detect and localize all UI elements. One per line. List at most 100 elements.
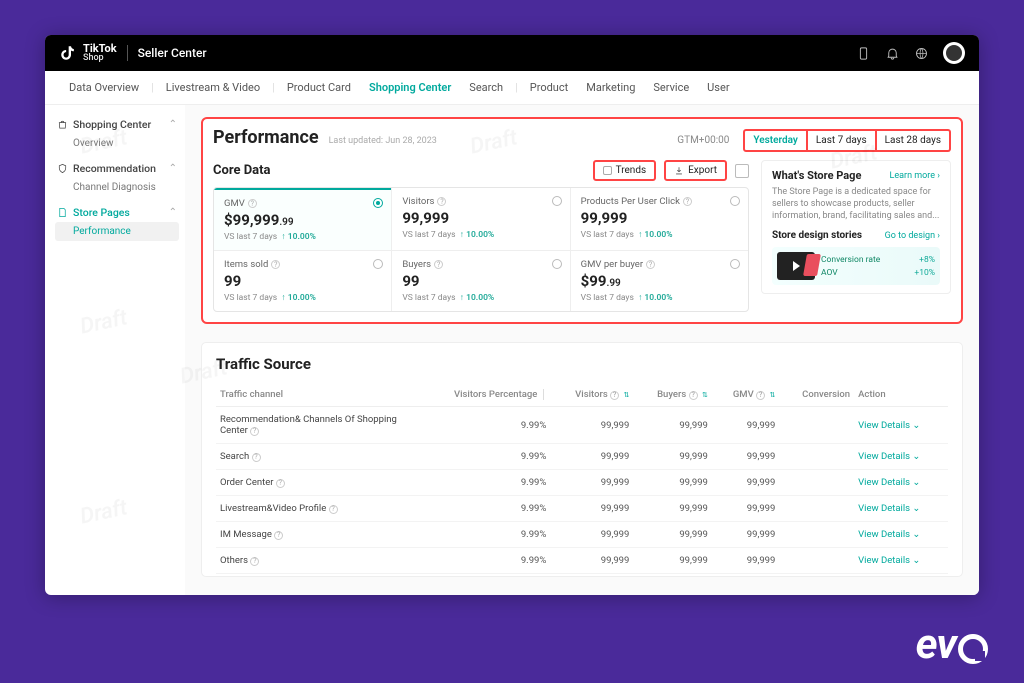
metric-label: Products Per User Click ? [581, 196, 738, 207]
col-conversion[interactable]: Conversion [779, 383, 854, 407]
conversion [779, 548, 854, 574]
view-details-link[interactable]: View Details ⌄ [854, 496, 948, 522]
visitors-pct: 9.99% [416, 444, 550, 470]
info-icon[interactable]: ? [271, 260, 280, 269]
chevron-down-icon: ⌄ [912, 503, 920, 514]
tab-search[interactable]: Search [461, 81, 511, 94]
metric-buyers[interactable]: Buyers ? 99 VS last 7 days ↑ 10.00% [391, 251, 569, 311]
stat-row: AOV+10% [821, 268, 935, 278]
design-widget[interactable]: Conversion rate+8% AOV+10% [772, 247, 940, 285]
play-icon [793, 261, 800, 271]
info-icon[interactable]: ? [248, 199, 257, 208]
view-details-link[interactable]: View Details ⌄ [854, 444, 948, 470]
range-last-7-days[interactable]: Last 7 days [808, 129, 877, 152]
sidebar-shopping-center[interactable]: Shopping Center⌃ [55, 115, 179, 134]
export-button[interactable]: Export [664, 160, 727, 181]
tab-product[interactable]: Product [522, 81, 576, 94]
sidebar-store-pages[interactable]: Store Pages⌃ [55, 203, 179, 222]
visitors: 99,999 [550, 407, 633, 444]
tab-product-card[interactable]: Product Card [279, 81, 359, 94]
avatar[interactable] [943, 42, 965, 64]
conversion [779, 496, 854, 522]
info-icon[interactable]: ? [274, 531, 283, 540]
tab-shopping-center[interactable]: Shopping Center [361, 81, 459, 94]
view-details-link[interactable]: View Details ⌄ [854, 407, 948, 444]
stat-row: Conversion rate+8% [821, 255, 935, 265]
bag-icon [57, 119, 68, 130]
visitors: 99,999 [550, 444, 633, 470]
info-icon[interactable]: ? [434, 260, 443, 269]
col-visitors[interactable]: Visitors ? ⇅ [550, 383, 633, 407]
buyers: 99,999 [633, 444, 712, 470]
range-yesterday[interactable]: Yesterday [743, 129, 808, 152]
view-details-link[interactable]: View Details ⌄ [854, 522, 948, 548]
performance-header: Performance Last updated: Jun 28, 2023 G… [213, 127, 951, 152]
copy-icon[interactable] [735, 164, 749, 178]
table-row: IM Message ? 9.99% 99,999 99,999 99,999 … [216, 522, 948, 548]
metric-value: 99,999 [581, 209, 738, 227]
topbar: TikTok Shop Seller Center [45, 35, 979, 71]
col-buyers[interactable]: Buyers ? ⇅ [633, 383, 712, 407]
info-icon[interactable]: ? [437, 197, 446, 206]
metric-comparison: VS last 7 days ↑ 10.00% [402, 229, 559, 240]
core-data-section: Core Data Trends Export [213, 160, 749, 312]
sort-icon[interactable]: ⇅ [702, 391, 708, 399]
sort-icon[interactable]: ⇅ [623, 391, 629, 399]
radio-icon[interactable] [552, 196, 562, 206]
radio-icon[interactable] [552, 259, 562, 269]
radio-icon[interactable] [373, 259, 383, 269]
metric-products-per-user-click[interactable]: Products Per User Click ? 99,999 VS last… [570, 188, 748, 250]
col-visitors-percentage[interactable]: Visitors Percentage [416, 383, 550, 407]
info-icon[interactable]: ? [756, 391, 765, 400]
metric-items-sold[interactable]: Items sold ? 99 VS last 7 days ↑ 10.00% [214, 251, 391, 311]
radio-icon[interactable] [730, 259, 740, 269]
info-icon[interactable]: ? [610, 391, 619, 400]
tab-marketing[interactable]: Marketing [578, 81, 643, 94]
sidebar-item-overview[interactable]: Overview [55, 134, 179, 153]
tab-service[interactable]: Service [645, 81, 697, 94]
metric-visitors[interactable]: Visitors ? 99,999 VS last 7 days ↑ 10.00… [391, 188, 569, 250]
metric-comparison: VS last 7 days ↑ 10.00% [581, 229, 738, 240]
sidebar-item-performance[interactable]: Performance [55, 222, 179, 241]
col-action[interactable]: Action [854, 383, 948, 407]
page-icon [57, 207, 68, 218]
brand: TikTok Shop Seller Center [59, 43, 207, 63]
info-icon[interactable]: ? [252, 453, 261, 462]
core-data-title: Core Data [213, 163, 271, 178]
trends-button[interactable]: Trends [593, 160, 657, 181]
view-details-link[interactable]: View Details ⌄ [854, 548, 948, 574]
metric-gmv[interactable]: GMV ? $99,999.99 VS last 7 days ↑ 10.00% [214, 188, 391, 250]
brand-separator [127, 45, 128, 61]
metric-value: $99.99 [581, 272, 738, 290]
performance-card: Performance Last updated: Jun 28, 2023 G… [201, 117, 963, 324]
metric-gmv-per-buyer[interactable]: GMV per buyer ? $99.99 VS last 7 days ↑ … [570, 251, 748, 311]
range-last-28-days[interactable]: Last 28 days [877, 129, 951, 152]
info-icon[interactable]: ? [689, 391, 698, 400]
info-icon[interactable]: ? [250, 427, 259, 436]
phone-icon[interactable] [856, 46, 871, 61]
info-icon[interactable]: ? [646, 260, 655, 269]
sidebar-item-channel-diagnosis[interactable]: Channel Diagnosis [55, 178, 179, 197]
gmv: 99,999 [712, 444, 779, 470]
info-icon[interactable]: ? [276, 479, 285, 488]
tab-livestream-video[interactable]: Livestream & Video [158, 81, 268, 94]
info-icon[interactable]: ? [683, 197, 692, 206]
info-icon[interactable]: ? [329, 505, 338, 514]
sidebar-recommendation[interactable]: Recommendation⌃ [55, 159, 179, 178]
radio-icon[interactable] [373, 198, 383, 208]
sort-icon[interactable]: ⇅ [769, 391, 775, 399]
table-row: Order Center ? 9.99% 99,999 99,999 99,99… [216, 470, 948, 496]
go-to-design-link[interactable]: Go to design › [885, 231, 940, 241]
tab-user[interactable]: User [699, 81, 737, 94]
col-gmv[interactable]: GMV ? ⇅ [712, 383, 779, 407]
brand-text: TikTok Shop [83, 43, 117, 63]
tab-data-overview[interactable]: Data Overview [61, 81, 147, 94]
view-details-link[interactable]: View Details ⌄ [854, 470, 948, 496]
globe-icon[interactable] [914, 46, 929, 61]
radio-icon[interactable] [730, 196, 740, 206]
traffic-table: Traffic channelVisitors PercentageVisito… [216, 383, 948, 574]
learn-more-link[interactable]: Learn more › [890, 171, 940, 181]
info-icon[interactable]: ? [250, 557, 259, 566]
col-traffic-channel[interactable]: Traffic channel [216, 383, 416, 407]
bell-icon[interactable] [885, 46, 900, 61]
